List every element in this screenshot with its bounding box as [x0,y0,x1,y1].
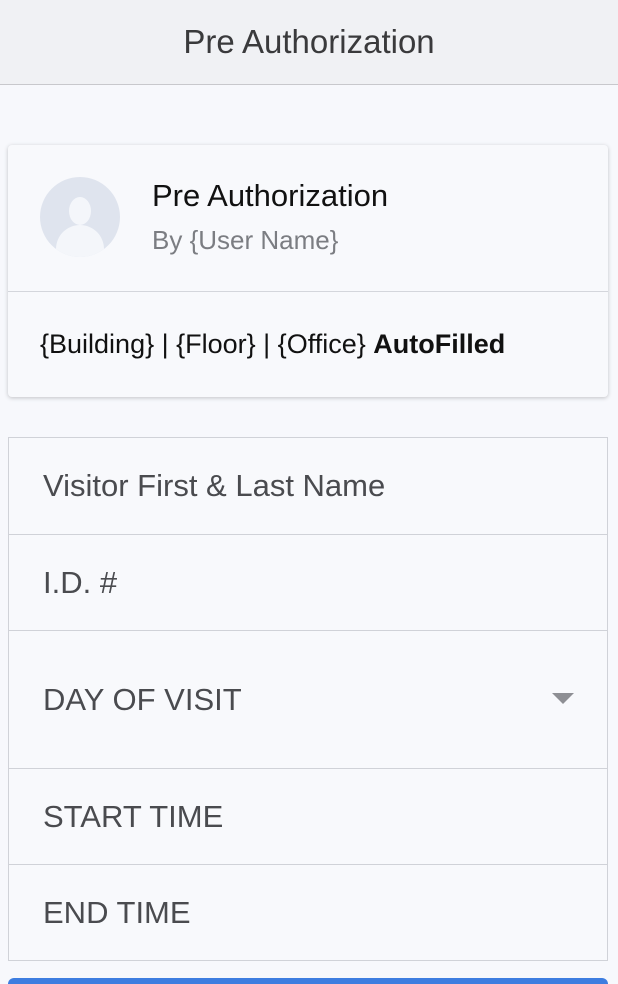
card-header: Pre Authorization By {User Name} [8,145,608,292]
location-line: {Building} | {Floor} | {Office} AutoFill… [40,329,505,360]
start-time-label: START TIME [43,798,224,834]
submit-button[interactable] [8,978,608,984]
id-number-field[interactable]: I.D. # [9,535,607,631]
visitor-form: Visitor First & Last Name I.D. # DAY OF … [8,437,608,961]
id-number-placeholder: I.D. # [43,564,118,600]
start-time-field[interactable]: START TIME [9,769,607,865]
caret-down-icon [552,693,574,704]
page-title: Pre Authorization [183,23,435,60]
authorization-card: Pre Authorization By {User Name} {Buildi… [8,145,608,397]
user-placeholder-icon [40,177,120,257]
nav-bar: Pre Authorization [0,0,618,85]
card-subtitle: By {User Name} [152,225,339,255]
day-of-visit-label: DAY OF VISIT [43,681,242,717]
end-time-field[interactable]: END TIME [9,865,607,961]
card-title: Pre Authorization [152,178,389,213]
visitor-name-placeholder: Visitor First & Last Name [43,468,386,503]
day-of-visit-select[interactable]: DAY OF VISIT [9,631,607,769]
autofilled-note: AutoFilled [373,329,506,359]
location-text: {Building} | {Floor} | {Office} [40,329,366,359]
visitor-name-field[interactable]: Visitor First & Last Name [9,438,607,535]
end-time-label: END TIME [43,895,191,930]
